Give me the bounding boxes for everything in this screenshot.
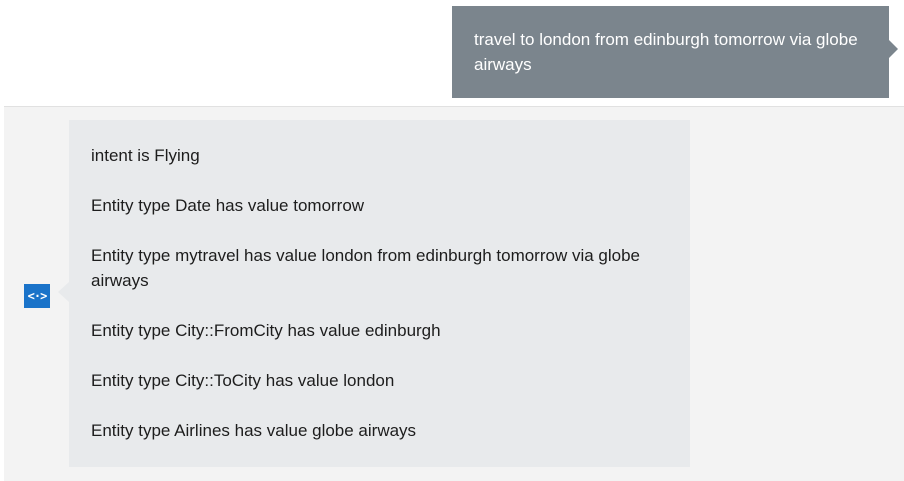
intent-line: intent is Flying — [91, 146, 200, 165]
code-bracket-icon: <·> — [24, 284, 50, 308]
entity-line-date: Entity type Date has value tomorrow — [91, 196, 365, 215]
user-message-text: travel to london from edinburgh tomorrow… — [474, 30, 858, 74]
bot-message-tail — [58, 282, 69, 302]
entity-line-fromcity: Entity type City::FromCity has value edi… — [91, 321, 441, 340]
entity-line-airlines: Entity type Airlines has value globe air… — [91, 421, 417, 440]
user-message-bubble: travel to london from edinburgh tomorrow… — [452, 6, 889, 98]
entity-line-tocity: Entity type City::ToCity has value londo… — [91, 371, 395, 390]
entity-line-mytravel: Entity type mytravel has value london fr… — [91, 246, 641, 290]
bot-message-bubble: intent is Flying Entity type Date has va… — [69, 120, 690, 467]
user-message-tail — [889, 40, 898, 58]
